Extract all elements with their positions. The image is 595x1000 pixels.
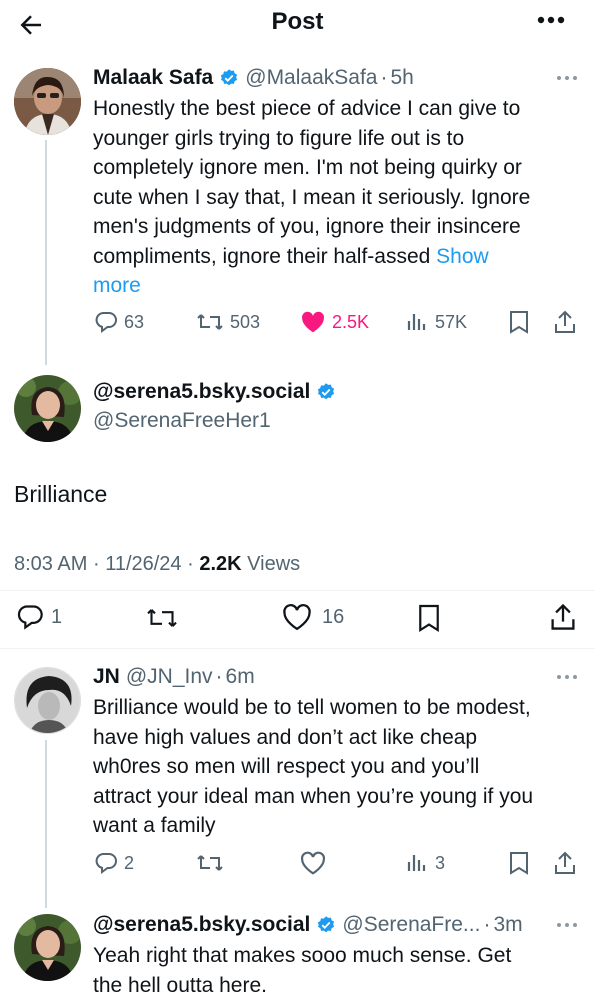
avatar[interactable] xyxy=(14,375,81,442)
bookmark-icon[interactable] xyxy=(417,603,441,633)
views-icon xyxy=(407,855,426,871)
bookmark-icon[interactable] xyxy=(508,851,530,875)
repost-icon xyxy=(197,314,223,330)
reply-button[interactable]: 2 xyxy=(94,851,134,875)
repost-count: 503 xyxy=(230,311,261,332)
views-count: 2.2K xyxy=(199,553,242,575)
reply-icon xyxy=(17,605,43,630)
author-handle[interactable]: @SerenaFre... xyxy=(342,913,480,937)
author-name[interactable]: Malaak Safa xyxy=(93,66,213,90)
post-time[interactable]: 5h xyxy=(390,66,413,90)
thread-line xyxy=(45,140,47,365)
reply-count: 2 xyxy=(124,852,135,873)
tweet-text: Honestly the best piece of advice I can … xyxy=(93,94,583,301)
share-icon[interactable] xyxy=(549,602,577,632)
like-count: 2.5K xyxy=(332,311,370,332)
divider xyxy=(0,590,595,591)
post-date: 11/26/24 xyxy=(105,553,182,575)
repost-button[interactable] xyxy=(145,604,179,632)
repost-icon xyxy=(197,855,223,871)
views-label: Views xyxy=(247,553,301,575)
show-more-link[interactable]: Show xyxy=(436,245,489,268)
author-handle[interactable]: @MalaakSafa xyxy=(245,66,377,90)
like-button[interactable]: 16 xyxy=(282,603,344,631)
author-name[interactable]: JN xyxy=(93,665,120,689)
post-time: 8:03 AM xyxy=(14,553,88,575)
avatar[interactable] xyxy=(14,914,81,981)
author-handle[interactable]: @JN_Inv xyxy=(126,665,213,689)
show-more-link-cont[interactable]: more xyxy=(93,271,583,301)
verified-badge-icon xyxy=(316,382,336,402)
verified-badge-icon xyxy=(316,915,336,935)
views-button[interactable]: 3 xyxy=(405,851,445,875)
heart-filled-icon xyxy=(302,311,324,333)
separator-dot: · xyxy=(215,665,223,688)
views-count: 3 xyxy=(435,852,446,873)
page-title: Post xyxy=(271,8,324,35)
avatar[interactable] xyxy=(14,667,81,734)
author-handle[interactable]: @SerenaFreeHer1 xyxy=(93,409,271,433)
views-button[interactable]: 57K xyxy=(405,310,467,334)
separator-dot: · xyxy=(380,66,388,89)
post-time[interactable]: 3m xyxy=(493,913,522,937)
thread-line xyxy=(45,740,47,908)
more-options-icon[interactable] xyxy=(536,14,566,26)
reply-icon xyxy=(95,853,117,874)
share-icon[interactable] xyxy=(553,309,577,335)
heart-icon xyxy=(283,604,311,631)
like-button[interactable]: 2.5K xyxy=(300,310,369,334)
separator-dot: · xyxy=(483,913,491,936)
reply-icon xyxy=(95,312,117,333)
avatar[interactable] xyxy=(14,68,81,135)
author-name[interactable]: @serena5.bsky.social xyxy=(93,380,310,404)
reply-text: Yeah right that makes sooo much sense. G… xyxy=(93,944,512,997)
reply-text: Brilliance would be to tell women to be … xyxy=(93,696,534,837)
share-icon[interactable] xyxy=(553,850,577,876)
reply-count: 1 xyxy=(51,605,63,628)
repost-button[interactable] xyxy=(196,851,224,875)
bookmark-icon[interactable] xyxy=(508,310,530,334)
repost-icon xyxy=(147,609,177,627)
reply-button[interactable]: 1 xyxy=(15,603,62,631)
heart-icon xyxy=(300,851,326,875)
tweet-more-icon[interactable] xyxy=(556,922,578,928)
tweet-more-icon[interactable] xyxy=(556,674,578,680)
like-count: 16 xyxy=(322,605,345,628)
views-icon xyxy=(407,314,426,330)
author-name[interactable]: @serena5.bsky.social xyxy=(93,913,310,937)
verified-badge-icon xyxy=(219,68,239,88)
tweet-more-icon[interactable] xyxy=(556,75,578,81)
repost-button[interactable]: 503 xyxy=(196,310,260,334)
like-button[interactable] xyxy=(300,851,326,875)
views-count: 57K xyxy=(435,311,468,332)
divider xyxy=(0,648,595,649)
post-meta: 8:03 AM · 11/26/24 · 2.2K Views xyxy=(14,553,301,575)
post-text: Brilliance xyxy=(14,481,108,507)
reply-button[interactable]: 63 xyxy=(94,310,144,334)
reply-count: 63 xyxy=(124,311,145,332)
post-time[interactable]: 6m xyxy=(226,665,255,689)
